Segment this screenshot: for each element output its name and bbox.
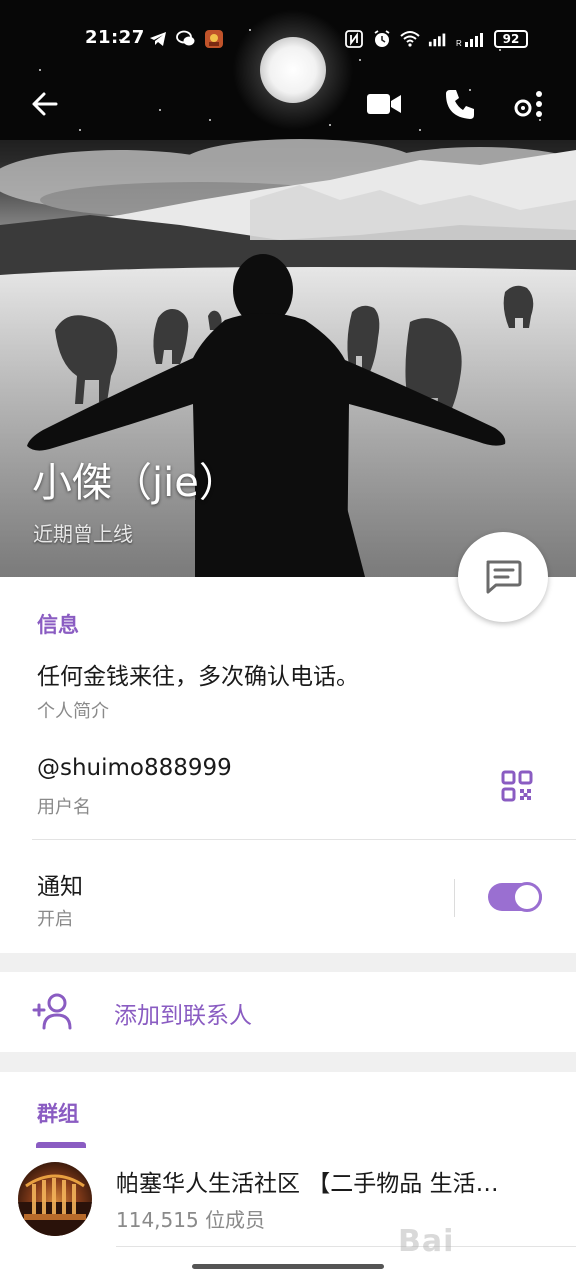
notifications-title: 通知	[37, 874, 83, 900]
telegram-icon	[150, 32, 166, 46]
nfc-icon	[345, 30, 363, 48]
qr-code-icon	[501, 770, 533, 802]
watermark: Bai	[398, 1224, 455, 1259]
bio-text: 任何金钱来往，多次确认电话。	[37, 664, 359, 690]
back-arrow-icon	[32, 92, 58, 116]
add-user-icon	[32, 993, 72, 1030]
phone-call-icon	[446, 90, 474, 119]
qr-code-button[interactable]	[500, 769, 536, 805]
profile-cover-photo[interactable]: 21:27 R 92 小傑（jie） 近期曾上线	[0, 0, 576, 577]
divider	[32, 839, 576, 840]
toggle-knob	[512, 882, 542, 912]
bio-label: 个人简介	[37, 701, 109, 722]
more-options-icon	[514, 91, 542, 117]
video-call-icon	[367, 94, 401, 114]
status-bar: 21:27 R 92	[0, 24, 576, 54]
wifi-icon	[400, 31, 420, 47]
divider	[116, 1246, 576, 1247]
username-text: @shuimo888999	[37, 755, 232, 781]
alarm-icon	[374, 30, 390, 47]
group-avatar	[18, 1162, 92, 1236]
signal-roaming-icon: R	[456, 33, 483, 48]
battery-indicator: 92	[494, 30, 528, 48]
group-name: 帕塞华人生活社区 【二手物品 生活…	[116, 1171, 499, 1197]
status-time: 21:27	[85, 27, 145, 48]
notifications-state: 开启	[37, 909, 73, 930]
signal-icon	[428, 33, 446, 47]
notifications-toggle[interactable]	[488, 882, 542, 912]
group-avatar-image	[18, 1174, 92, 1236]
groups-section: 群组 帕塞华人生活社区 【二手物品 生活… 114,515 位成员	[0, 1072, 576, 1280]
wechat-icon	[176, 30, 195, 46]
add-contact-button[interactable]: 添加到联系人	[0, 972, 576, 1052]
profile-name: 小傑（jie）	[32, 460, 239, 506]
add-contact-label: 添加到联系人	[114, 1003, 252, 1029]
game-app-icon	[205, 30, 223, 48]
send-message-button[interactable]	[458, 532, 548, 622]
home-indicator[interactable]	[192, 1264, 384, 1269]
group-member-count: 114,515 位成员	[116, 1208, 266, 1232]
video-call-button[interactable]	[364, 84, 404, 124]
tab-groups[interactable]: 群组	[37, 1098, 79, 1128]
phone-call-button[interactable]	[440, 84, 480, 124]
back-button[interactable]	[24, 84, 64, 124]
info-section: 信息 任何金钱来往，多次确认电话。 个人简介 @shuimo888999 用户名…	[0, 577, 576, 953]
message-icon	[486, 560, 522, 594]
profile-last-seen: 近期曾上线	[33, 522, 133, 546]
username-label: 用户名	[37, 797, 91, 818]
vertical-separator	[454, 879, 455, 917]
svg-text:R: R	[456, 39, 462, 48]
group-list-item[interactable]: 帕塞华人生活社区 【二手物品 生活… 114,515 位成员	[0, 1148, 576, 1248]
info-section-title: 信息	[37, 613, 79, 637]
more-options-button[interactable]	[508, 84, 548, 124]
